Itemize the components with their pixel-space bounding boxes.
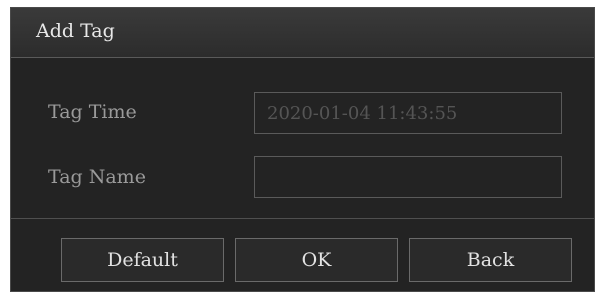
default-button[interactable]: Default [61,238,224,282]
tag-time-field [254,92,562,134]
tag-name-label: Tag Name [48,166,146,188]
tag-time-label: Tag Time [48,101,137,123]
footer-divider [11,218,594,219]
ok-button[interactable]: OK [235,238,398,282]
dialog-titlebar: Add Tag [11,8,594,58]
add-tag-dialog: Add Tag Tag Time Tag Name Default OK Bac… [10,7,595,292]
dialog-title: Add Tag [36,20,115,42]
tag-name-input[interactable] [254,156,562,198]
back-button[interactable]: Back [409,238,572,282]
